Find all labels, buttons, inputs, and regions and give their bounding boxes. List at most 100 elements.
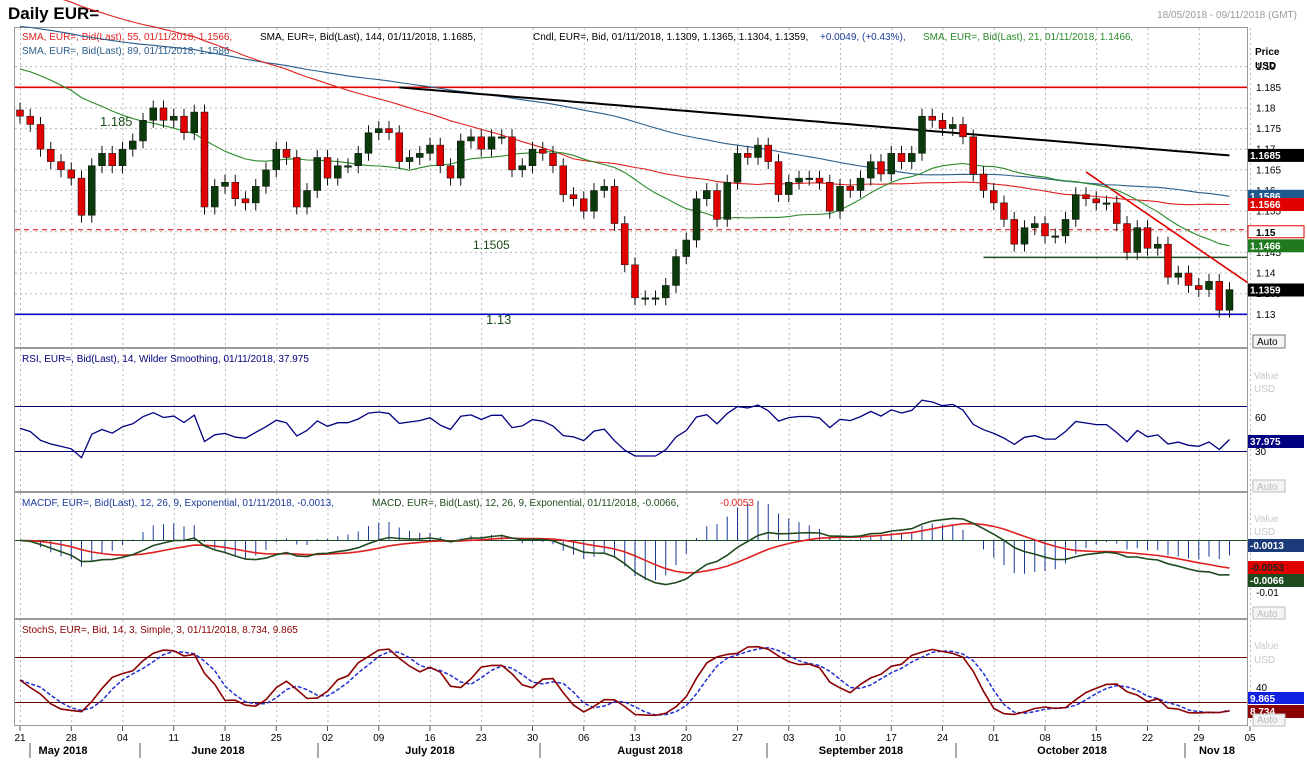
stoch-auto-button[interactable]: Auto <box>1252 713 1286 727</box>
rsi-axis-title-2: USD <box>1254 384 1275 395</box>
svg-text:-0.0053: -0.0053 <box>1250 563 1284 574</box>
candle-body <box>221 181 229 187</box>
candle-body <box>57 161 65 171</box>
price-tick-label: 1.19 <box>1256 62 1276 73</box>
candle-body <box>416 153 424 158</box>
candle-body <box>426 144 434 154</box>
candle-body <box>498 136 506 139</box>
macdf-tag: -0.0013 <box>1248 539 1304 552</box>
candle-body <box>1195 285 1203 290</box>
x-tick-label: 27 <box>732 733 744 744</box>
sma144-line <box>399 86 1230 157</box>
candle-body <box>682 239 690 257</box>
candle-body <box>67 169 75 179</box>
candle-body <box>836 186 844 212</box>
candle-body <box>949 124 957 129</box>
candle-body <box>457 140 465 179</box>
candle-body <box>549 153 557 166</box>
rsi-line <box>19 399 1230 459</box>
candle-body <box>713 190 721 220</box>
candle-body <box>395 132 403 162</box>
legend-sma144: SMA, EUR=, Bid(Last), 144, 01/11/2018, 1… <box>260 32 476 43</box>
candle-body <box>1061 219 1070 237</box>
candle-body <box>364 132 373 154</box>
candlesticks <box>16 100 1234 318</box>
candle-body <box>344 165 352 168</box>
candle-body <box>1174 272 1182 278</box>
candle-body <box>1123 223 1131 253</box>
x-tick-label: 09 <box>373 733 385 744</box>
candle-body <box>979 173 988 191</box>
candle-body <box>231 181 239 200</box>
stoch-k-line <box>19 645 1230 717</box>
svg-text:Auto: Auto <box>1257 609 1278 620</box>
macd-tick: -0.01 <box>1256 588 1279 599</box>
candle-body <box>569 194 578 200</box>
candle-body <box>446 165 455 179</box>
candle-body <box>795 177 803 183</box>
candle-body <box>1225 289 1234 311</box>
svg-text:9.865: 9.865 <box>1250 694 1275 705</box>
x-tick-label: 23 <box>476 733 488 744</box>
candle-body <box>487 136 496 150</box>
x-tick-label: 16 <box>424 733 436 744</box>
candle-body <box>241 198 250 204</box>
candle-body <box>375 128 383 133</box>
rsi-legend: RSI, EUR=, Bid(Last), 14, Wilder Smoothi… <box>22 354 309 365</box>
svg-text:-0.0013: -0.0013 <box>1250 541 1284 552</box>
month-label: October 2018 <box>1037 745 1107 757</box>
macd-auto-button[interactable]: Auto <box>1252 606 1286 620</box>
chart-canvas[interactable]: SMA, EUR=, Bid(Last), 55, 01/11/2018, 1.… <box>0 0 1307 775</box>
candle-body <box>98 153 106 166</box>
candle-body <box>867 161 875 179</box>
svg-text:Auto: Auto <box>1257 715 1278 726</box>
month-label: Nov 18 <box>1199 745 1235 757</box>
price-tick-label: 1.13 <box>1256 310 1276 321</box>
stoch-axis-title-1: Value <box>1254 641 1279 652</box>
candle-body <box>641 297 649 300</box>
candle-body <box>897 153 906 162</box>
legend-sma55: SMA, EUR=, Bid(Last), 55, 01/11/2018, 1.… <box>22 32 232 43</box>
candle-body <box>580 198 588 212</box>
x-tick-label: 15 <box>1091 733 1103 744</box>
x-tick-label: 24 <box>937 733 949 744</box>
x-tick-label: 02 <box>322 733 334 744</box>
candle-body <box>1102 202 1111 205</box>
candle-body <box>754 144 762 158</box>
rsi-auto-button[interactable]: Auto <box>1252 479 1286 493</box>
candle-body <box>26 115 34 125</box>
price-auto-button[interactable]: Auto <box>1252 334 1286 349</box>
candle-body <box>918 115 926 154</box>
candle-body <box>272 148 280 171</box>
legend-sma21: SMA, EUR=, Bid(Last), 21, 01/11/2018, 1.… <box>923 32 1133 43</box>
candle-body <box>1154 243 1162 249</box>
candle-body <box>252 186 260 204</box>
candle-body <box>293 157 301 208</box>
candle-body <box>282 148 291 158</box>
candle-body <box>846 186 854 191</box>
candle-body <box>1072 194 1080 220</box>
candle-body <box>1010 219 1018 245</box>
candle-body <box>600 186 608 191</box>
x-tick-label: 25 <box>271 733 283 744</box>
macd-tag: -0.0066 <box>1248 574 1304 587</box>
legend-candle: Cndl, EUR=, Bid, 01/11/2018, 1.1309, 1.1… <box>533 32 808 43</box>
x-tick-label: 06 <box>578 733 590 744</box>
candle-body <box>856 177 865 191</box>
candle-body <box>1092 198 1100 204</box>
price-tag-label: 1.1466 <box>1250 241 1281 252</box>
x-tick-label: 22 <box>1142 733 1154 744</box>
candle-body <box>190 111 198 133</box>
macd-signal-legend: -0.0053 <box>720 498 754 509</box>
level-label-high: 1.185 <box>100 114 133 129</box>
candle-body <box>539 148 547 154</box>
candle-body <box>887 153 895 175</box>
candle-body <box>180 115 188 133</box>
candle-body <box>590 190 598 212</box>
candle-body <box>1164 243 1172 278</box>
macd-axis-title-1: Value <box>1254 514 1279 525</box>
candle-body <box>467 136 475 142</box>
candle-body <box>1205 281 1213 290</box>
candle-body <box>662 285 670 299</box>
rsi-axis-title-1: Value <box>1254 371 1279 382</box>
